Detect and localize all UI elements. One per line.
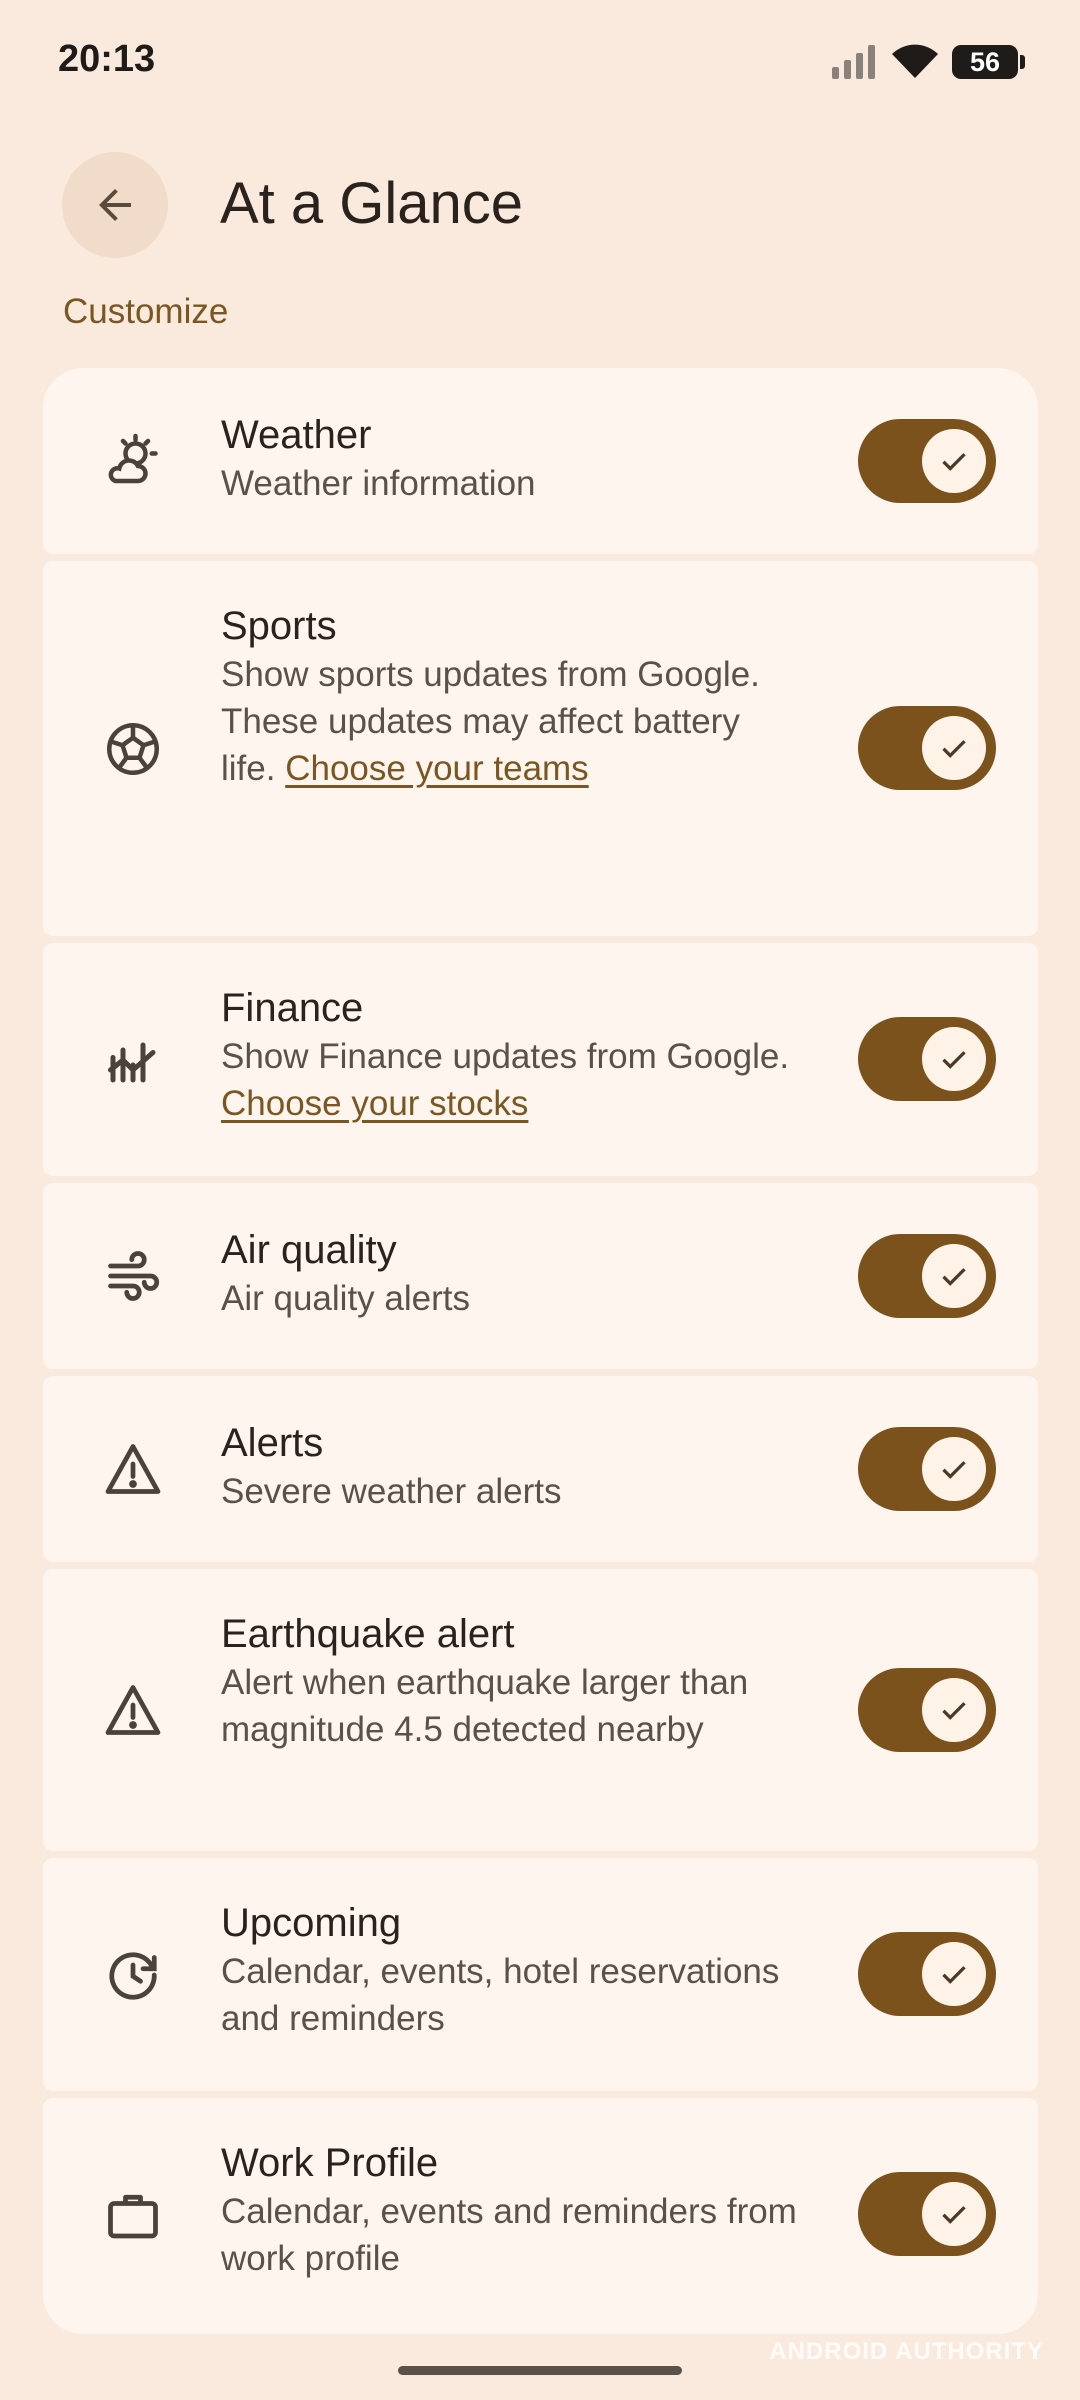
setting-title: Finance <box>221 986 364 1030</box>
setting-item-earthquake-alert[interactable]: Earthquake alert Alert when earthquake l… <box>43 1569 1038 1851</box>
warning-icon <box>103 1680 163 1740</box>
setting-item-air-quality[interactable]: Air quality Air quality alerts <box>43 1183 1038 1369</box>
section-label-customize: Customize <box>63 292 229 331</box>
sports-toggle[interactable] <box>858 706 996 790</box>
battery-indicator: 56 <box>952 45 1018 79</box>
watermark: ANDROID AUTHORITY <box>769 2338 1044 2365</box>
status-icons: 56 <box>832 44 1025 80</box>
check-icon <box>942 2206 966 2224</box>
finance-chart-icon <box>103 1030 163 1090</box>
setting-title: Work Profile <box>221 2141 439 2185</box>
weather-icon <box>103 431 163 491</box>
setting-description: Calendar, events, hotel reservations and… <box>221 1952 780 2038</box>
status-bar: 20:13 56 <box>0 0 1080 130</box>
check-icon <box>942 1051 966 1069</box>
page-title: At a Glance <box>220 171 524 236</box>
check-icon <box>942 453 966 471</box>
setting-description: Calendar, events and reminders from work… <box>221 2192 797 2278</box>
back-button[interactable] <box>62 152 168 258</box>
air-icon <box>103 1246 163 1306</box>
upcoming-clock-icon <box>103 1945 163 2005</box>
setting-item-sports[interactable]: Sports Show sports updates from Google. … <box>43 561 1038 936</box>
check-icon <box>942 1268 966 1286</box>
choose-stocks-link[interactable]: Choose your stocks <box>221 1084 528 1123</box>
check-icon <box>942 1966 966 1984</box>
air-quality-toggle[interactable] <box>858 1234 996 1318</box>
wifi-icon <box>892 44 938 78</box>
top-app-bar: At a Glance <box>0 150 1080 260</box>
settings-list: Weather Weather information Sports Show … <box>43 368 1038 2341</box>
setting-description: Weather information <box>221 464 536 503</box>
setting-description: Air quality alerts <box>221 1279 470 1318</box>
setting-item-weather[interactable]: Weather Weather information <box>43 368 1038 554</box>
cellular-signal-icon <box>832 45 875 79</box>
upcoming-toggle[interactable] <box>858 1932 996 2016</box>
warning-icon <box>103 1439 163 1499</box>
gesture-nav-handle[interactable] <box>398 2366 682 2375</box>
finance-toggle[interactable] <box>858 1017 996 1101</box>
choose-teams-link[interactable]: Choose your teams <box>285 749 588 788</box>
weather-toggle[interactable] <box>858 419 996 503</box>
arrow-back-icon <box>99 189 131 221</box>
setting-item-work-profile[interactable]: Work Profile Calendar, events and remind… <box>43 2098 1038 2334</box>
work-profile-toggle[interactable] <box>858 2172 996 2256</box>
check-icon <box>942 1461 966 1479</box>
setting-description: Severe weather alerts <box>221 1472 562 1511</box>
setting-description: Show Finance updates from Google. <box>221 1037 790 1076</box>
setting-title: Air quality <box>221 1228 397 1272</box>
check-icon <box>942 740 966 758</box>
briefcase-icon <box>103 2186 163 2246</box>
setting-title: Upcoming <box>221 1901 402 1945</box>
check-icon <box>942 1702 966 1720</box>
alerts-toggle[interactable] <box>858 1427 996 1511</box>
soccer-ball-icon <box>103 719 163 779</box>
setting-title: Alerts <box>221 1421 324 1465</box>
setting-description: Alert when earthquake larger than magnit… <box>221 1663 749 1749</box>
earthquake-alert-toggle[interactable] <box>858 1668 996 1752</box>
setting-title: Weather <box>221 413 372 457</box>
setting-item-upcoming[interactable]: Upcoming Calendar, events, hotel reserva… <box>43 1858 1038 2091</box>
setting-item-finance[interactable]: Finance Show Finance updates from Google… <box>43 943 1038 1176</box>
setting-title: Sports <box>221 604 337 648</box>
setting-title: Earthquake alert <box>221 1612 515 1656</box>
setting-item-alerts[interactable]: Alerts Severe weather alerts <box>43 1376 1038 1562</box>
status-time: 20:13 <box>58 38 156 80</box>
